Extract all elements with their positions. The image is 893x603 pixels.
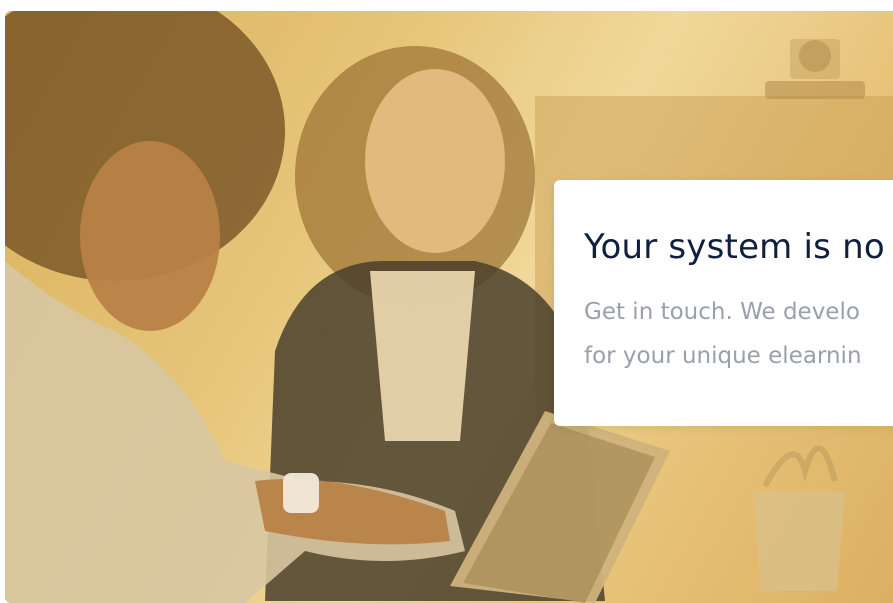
card-heading: Your system is no <box>584 227 885 267</box>
card-body: Get in touch. We develo for your unique … <box>584 290 893 378</box>
message-card: Your system is no Get in touch. We devel… <box>554 180 893 426</box>
card-body-line-1: Get in touch. We develo <box>584 299 860 325</box>
card-body-line-2: for your unique elearnin <box>584 343 862 369</box>
